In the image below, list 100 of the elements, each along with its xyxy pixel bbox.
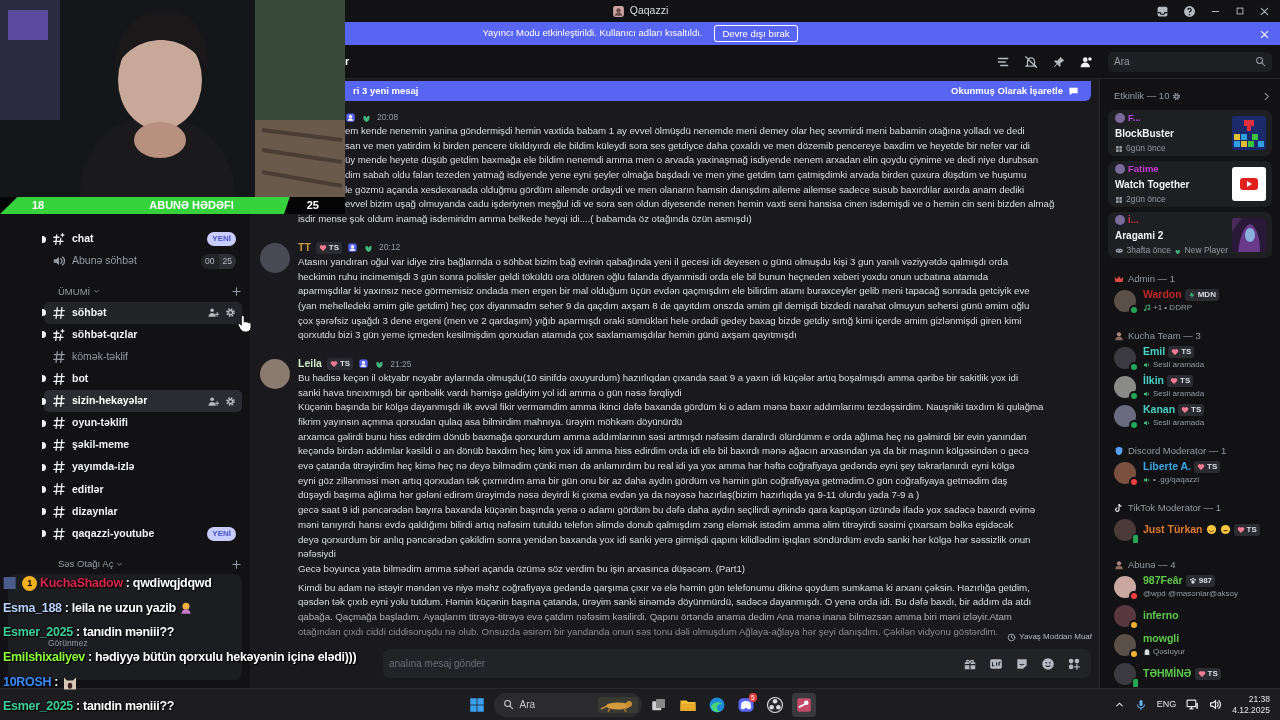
- chat-text: : tanıdin məniii??: [76, 626, 175, 640]
- author-name[interactable]: TT: [298, 239, 311, 256]
- settings-icon[interactable]: [225, 395, 236, 407]
- app-logo-icon: [611, 4, 625, 18]
- goal-target: 25: [306, 198, 319, 214]
- group-header: Kucha Team — 3: [1128, 328, 1201, 343]
- game-name: Watch Together: [1115, 178, 1191, 193]
- search-field[interactable]: Ara: [1108, 51, 1272, 72]
- channel-item[interactable]: yayımda-izlə: [44, 456, 242, 479]
- goal-label: ABUNƏ HƏDƏFI: [149, 198, 234, 214]
- message-line: qorxutdu bizi 3 gün yeme içmeden kesilmişdim qorxudan atamıda çox saxlamamışdılar hemin günü axşam qayıtmışdı: [298, 328, 797, 343]
- add-channel-icon[interactable]: [231, 558, 242, 570]
- member-item[interactable]: Emil TS Sesli aramada: [1108, 343, 1272, 372]
- invite-icon[interactable]: [208, 307, 219, 319]
- settings-icon[interactable]: [225, 307, 236, 319]
- close-icon[interactable]: [1259, 28, 1270, 40]
- inbox-icon[interactable]: [1156, 4, 1169, 18]
- apps-icon: [1115, 195, 1123, 204]
- activity-card[interactable]: İ... Aragami 2 3hafta önce New Player: [1108, 212, 1272, 258]
- member-item[interactable]: Liberte A. TS • .gg/qaqazzi: [1108, 458, 1272, 487]
- game-app-icon: [794, 695, 813, 714]
- channel-item[interactable]: şəkil-meme: [44, 434, 242, 457]
- pin-icon[interactable]: [1052, 54, 1066, 69]
- taskbar-search[interactable]: Ara: [493, 692, 642, 717]
- chat-text: :: [54, 675, 59, 689]
- member-item[interactable]: 987Feâr 987 @wpd @masonlar@aksoy: [1108, 572, 1272, 601]
- category-header[interactable]: Səs Otağı Aç: [58, 557, 125, 572]
- message-line: (yan mehelledeki əmim gile getdim) heç çox diyanmadm seher 9 da qaçdım axşam 8 de qayıtdım onszda əmim gil demişdi bizdedi narahat olmuyun sehersi günü əmim oğlu: [298, 298, 1030, 313]
- member-item[interactable]: TƏHMİNƏ TS: [1108, 659, 1272, 688]
- channel-item[interactable]: qaqazzi-youtube YENİ: [44, 522, 242, 545]
- heart-icon: [1170, 376, 1178, 385]
- user-name: F...: [1128, 111, 1141, 125]
- group-icon: [1114, 560, 1124, 570]
- message-field[interactable]: analına mesaj gönder: [387, 655, 951, 672]
- server-tag: TS: [1194, 460, 1221, 473]
- channel-item[interactable]: Abunə söhbət 00 25: [44, 250, 242, 273]
- group-icon: [1114, 331, 1124, 341]
- heart-icon: [318, 243, 327, 252]
- activity-detail: New Player: [1184, 244, 1228, 257]
- channel-item[interactable]: chat YENİ: [44, 228, 242, 251]
- server-tag: TS: [1168, 345, 1195, 358]
- member-item[interactable]: Wardon MDN +1 • DDRP: [1108, 286, 1272, 315]
- game-app-button[interactable]: [791, 692, 816, 717]
- member-item[interactable]: Kanan TS Sesli aramada: [1108, 401, 1272, 430]
- activity-card[interactable]: Fatime Watch Together 2gün önce: [1108, 161, 1272, 207]
- language-indicator[interactable]: ENG: [1156, 697, 1177, 712]
- mute-icon[interactable]: [1024, 54, 1038, 69]
- message-line: qabağa. Qaçmağa başladım. Ayaqlarım titrəyə-titrəyə evə çatdım nəfəsim kəsilirdi. Qapını örtəndə anama dedim Ana mənə inana bilməzsən amma biri məni izləyir.Atam: [298, 609, 1012, 624]
- avatar: [1115, 164, 1125, 175]
- channel-item[interactable]: dizaynlar: [44, 500, 242, 523]
- maximize-icon[interactable]: [1235, 6, 1245, 16]
- message-line: qəsdən tək çıxıb eyni yolu tutdum. Həmin küçənin başına çatanda, ürəyim sanki sinəmdə döyünmürdü, sadəcə dayanmışdı. O yenə orda idi. Bu dəfə baxdı, bir addım da atdı: [298, 595, 1032, 610]
- invite-icon[interactable]: [208, 395, 219, 407]
- message-line: eyni göz zillənməsi mən artıq qorxudan tək çıxmırdım ama bir gün onu bir az daha aydın gördüm və həmin gün coğrafiyaya getmədim.O gün coğrafiyaya getmədim daş: [298, 473, 1008, 488]
- heart-icon: [1197, 462, 1206, 471]
- help-icon[interactable]: [1183, 4, 1196, 18]
- message-line: fikrim yayınsın açmma qorxudan qulaq asa bilmirdim mahnıya. ürəyim möhkəm döyünürdü: [298, 415, 683, 429]
- message-composer[interactable]: analına mesaj gönder: [383, 649, 1091, 678]
- member-item[interactable]: inferno: [1108, 601, 1272, 630]
- disable-button[interactable]: Devre dışı bırak: [714, 25, 798, 42]
- channel-item[interactable]: oyun-təklifi: [44, 412, 242, 435]
- channel-item[interactable]: söhbət: [44, 301, 242, 324]
- member-status-text: @wpd @masonlar@aksoy: [1143, 588, 1239, 601]
- hash-sparkle-icon: [52, 327, 66, 342]
- author-name[interactable]: Leila: [298, 356, 322, 372]
- chat-username: 10ROSH: [3, 675, 52, 689]
- channel-item[interactable]: kömək-təklif: [44, 345, 242, 368]
- member-item[interactable]: mowgli Qosluyur: [1108, 630, 1272, 659]
- member-item[interactable]: Just Türkan TS: [1108, 515, 1272, 544]
- members-icon[interactable]: [1080, 54, 1094, 69]
- volume-icon[interactable]: [1209, 698, 1223, 711]
- member-name: 987Feâr: [1143, 572, 1183, 588]
- channel-item[interactable]: sizin-hekayələr: [44, 390, 242, 413]
- speaker-icon: [1143, 390, 1151, 399]
- add-channel-icon[interactable]: [231, 286, 242, 298]
- group-header: Admin — 1: [1128, 271, 1175, 286]
- gif-icon[interactable]: [989, 656, 1003, 671]
- microphone-icon[interactable]: [1134, 698, 1147, 711]
- avatar[interactable]: [260, 358, 290, 389]
- activity-card[interactable]: F... BlockBuster 6gün önce: [1108, 110, 1272, 156]
- message-line: nəfəsiydi: [298, 547, 336, 562]
- message-line: Gecə boyunca yata bilmədim amma səhəri açanda özümə söz verdim bu işin arxasınca düşəcəm. (Part1): [298, 561, 745, 576]
- close-icon[interactable]: [1259, 5, 1270, 17]
- clock[interactable]: 21:38 4.12.2025: [1232, 693, 1270, 716]
- server-tag: MDN: [1184, 288, 1219, 301]
- apps-icon[interactable]: [1067, 656, 1081, 671]
- display-icon[interactable]: [1186, 698, 1200, 711]
- heart-icon: [1171, 347, 1180, 356]
- new-messages-bar[interactable]: ri 3 yeni mesaj Okunmuş Olarak İşaretle: [345, 81, 1091, 101]
- cursor-icon: [236, 314, 254, 333]
- channel-item[interactable]: bot: [44, 367, 242, 391]
- member-name: İlkin: [1143, 372, 1164, 388]
- channel-item[interactable]: söhbət-qızlar: [44, 323, 242, 346]
- search-icon: [502, 699, 514, 710]
- member-item[interactable]: İlkin TS Sesli aramada: [1108, 372, 1272, 401]
- category-header[interactable]: ÜMUMİ: [58, 284, 102, 300]
- message-line: məni tanıyırdı hansı evdə qaldığımı bilirdi artıq nəfəsim tutuldu telefon əlimdə donub qalmışdım zəng eləmək istədim amma əlim titrəyirdi səsimi çıxarsam bəlkə eşidəcək: [298, 517, 1014, 532]
- channel-item[interactable]: editlər: [44, 478, 242, 501]
- chat-username: Emilshixaliyev: [3, 650, 85, 664]
- sticker-icon[interactable]: [1015, 656, 1029, 671]
